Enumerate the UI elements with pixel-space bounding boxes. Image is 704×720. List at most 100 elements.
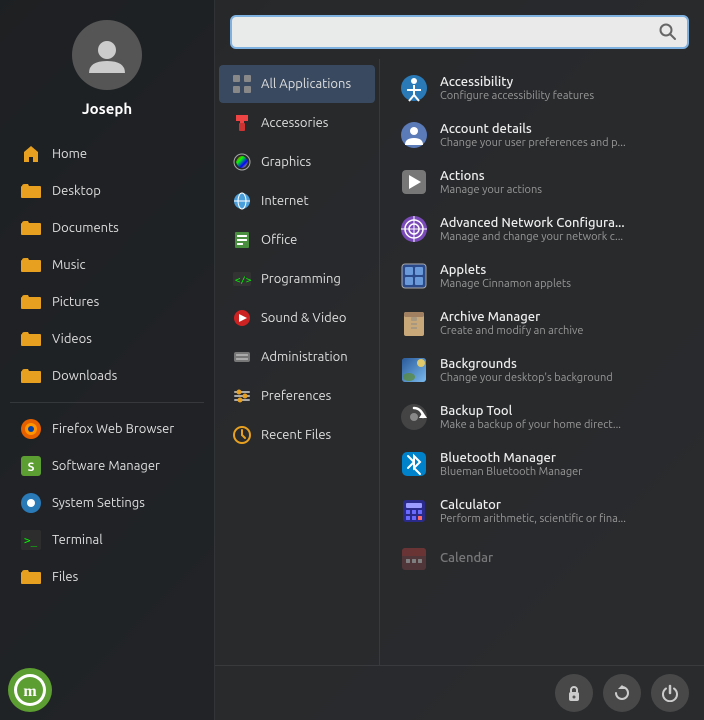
advanced-network-app-icon	[398, 213, 430, 245]
videos-folder-icon	[20, 328, 42, 350]
app-text-calendar: Calendar	[440, 551, 686, 566]
calendar-app-icon	[398, 542, 430, 574]
accessories-icon	[231, 112, 253, 134]
backup-tool-app-icon	[398, 401, 430, 433]
all-apps-icon	[231, 73, 253, 95]
actions-app-icon	[398, 166, 430, 198]
svg-text:m: m	[23, 683, 37, 700]
search-bar	[215, 0, 704, 59]
sidebar-item-desktop[interactable]: Desktop	[5, 173, 209, 209]
administration-icon	[231, 346, 253, 368]
power-button[interactable]	[651, 674, 689, 712]
sidebar-item-downloads[interactable]: Downloads	[5, 358, 209, 394]
documents-folder-icon	[20, 217, 42, 239]
app-item-actions[interactable]: Actions Manage your actions	[386, 159, 698, 205]
app-text-account-details: Account details Change your user prefere…	[440, 122, 686, 149]
programming-icon: </>	[231, 268, 253, 290]
app-text-applets: Applets Manage Cinnamon applets	[440, 263, 686, 290]
music-folder-icon	[20, 254, 42, 276]
accessibility-app-icon	[398, 72, 430, 104]
app-item-accessibility[interactable]: Accessibility Configure accessibility fe…	[386, 65, 698, 111]
app-text-archive-manager: Archive Manager Create and modify an arc…	[440, 310, 686, 337]
home-icon	[20, 143, 42, 165]
desktop-folder-icon	[20, 180, 42, 202]
mint-logo[interactable]: m	[8, 668, 52, 712]
sidebar-item-software-manager[interactable]: S Software Manager	[5, 448, 209, 484]
archive-manager-app-icon	[398, 307, 430, 339]
category-office[interactable]: Office	[219, 221, 375, 259]
app-text-backgrounds: Backgrounds Change your desktop's backgr…	[440, 357, 686, 384]
app-item-archive-manager[interactable]: Archive Manager Create and modify an arc…	[386, 300, 698, 346]
graphics-icon	[231, 151, 253, 173]
app-item-applets[interactable]: Applets Manage Cinnamon applets	[386, 253, 698, 299]
category-sound-video[interactable]: Sound & Video	[219, 299, 375, 337]
backgrounds-app-icon	[398, 354, 430, 386]
categories-panel: All Applications Accessories	[215, 59, 380, 665]
right-panel: All Applications Accessories	[215, 0, 704, 720]
username-label: Joseph	[82, 100, 132, 117]
app-item-calculator[interactable]: Calculator Perform arithmetic, scientifi…	[386, 488, 698, 534]
app-text-actions: Actions Manage your actions	[440, 169, 686, 196]
category-accessories[interactable]: Accessories	[219, 104, 375, 142]
category-all-applications[interactable]: All Applications	[219, 65, 375, 103]
app-item-calendar[interactable]: Calendar	[386, 535, 698, 581]
category-preferences[interactable]: Preferences	[219, 377, 375, 415]
sidebar-divider	[10, 402, 204, 403]
svg-text:</>: </>	[235, 276, 252, 286]
app-item-advanced-network[interactable]: Advanced Network Configura... Manage and…	[386, 206, 698, 252]
sidebar-item-system-settings[interactable]: System Settings	[5, 485, 209, 521]
restart-button[interactable]	[603, 674, 641, 712]
avatar	[72, 20, 142, 90]
app-item-bluetooth[interactable]: Bluetooth Manager Blueman Bluetooth Mana…	[386, 441, 698, 487]
sidebar-item-pictures[interactable]: Pictures	[5, 284, 209, 320]
terminal-icon: >_	[20, 529, 42, 551]
user-avatar-icon	[87, 35, 127, 75]
app-text-advanced-network: Advanced Network Configura... Manage and…	[440, 216, 686, 243]
app-text-backup-tool: Backup Tool Make a backup of your home d…	[440, 404, 686, 431]
internet-icon	[231, 190, 253, 212]
category-graphics[interactable]: Graphics	[219, 143, 375, 181]
sound-video-icon	[231, 307, 253, 329]
search-input-wrap[interactable]	[230, 15, 689, 49]
lock-button[interactable]	[555, 674, 593, 712]
app-item-backgrounds[interactable]: Backgrounds Change your desktop's backgr…	[386, 347, 698, 393]
sidebar: Joseph Home Desktop	[0, 0, 215, 720]
app-item-account-details[interactable]: Account details Change your user prefere…	[386, 112, 698, 158]
search-input[interactable]	[242, 24, 659, 40]
content-area: All Applications Accessories	[215, 59, 704, 665]
sidebar-item-videos[interactable]: Videos	[5, 321, 209, 357]
office-icon	[231, 229, 253, 251]
firefox-icon	[20, 418, 42, 440]
apps-list: Accessibility Configure accessibility fe…	[380, 59, 704, 665]
mint-logo-icon: m	[14, 674, 46, 706]
bottom-bar	[215, 665, 704, 720]
svg-text:>_: >_	[24, 534, 38, 547]
software-manager-icon: S	[20, 455, 42, 477]
sidebar-item-terminal[interactable]: >_ Terminal	[5, 522, 209, 558]
sidebar-item-home[interactable]: Home	[5, 136, 209, 172]
app-text-calculator: Calculator Perform arithmetic, scientifi…	[440, 498, 686, 525]
account-details-app-icon	[398, 119, 430, 151]
svg-text:S: S	[28, 461, 35, 474]
recent-files-icon	[231, 424, 253, 446]
sidebar-item-files[interactable]: Files	[5, 559, 209, 595]
bluetooth-app-icon	[398, 448, 430, 480]
search-button[interactable]	[659, 23, 677, 41]
category-administration[interactable]: Administration	[219, 338, 375, 376]
app-text-accessibility: Accessibility Configure accessibility fe…	[440, 75, 686, 102]
system-settings-icon	[20, 492, 42, 514]
sidebar-item-firefox[interactable]: Firefox Web Browser	[5, 411, 209, 447]
category-recent-files[interactable]: Recent Files	[219, 416, 375, 454]
sidebar-item-documents[interactable]: Documents	[5, 210, 209, 246]
app-text-bluetooth: Bluetooth Manager Blueman Bluetooth Mana…	[440, 451, 686, 478]
downloads-folder-icon	[20, 365, 42, 387]
preferences-icon	[231, 385, 253, 407]
sidebar-item-music[interactable]: Music	[5, 247, 209, 283]
applets-app-icon	[398, 260, 430, 292]
category-internet[interactable]: Internet	[219, 182, 375, 220]
files-icon	[20, 566, 42, 588]
calculator-app-icon	[398, 495, 430, 527]
pictures-folder-icon	[20, 291, 42, 313]
app-item-backup-tool[interactable]: Backup Tool Make a backup of your home d…	[386, 394, 698, 440]
category-programming[interactable]: </> Programming	[219, 260, 375, 298]
